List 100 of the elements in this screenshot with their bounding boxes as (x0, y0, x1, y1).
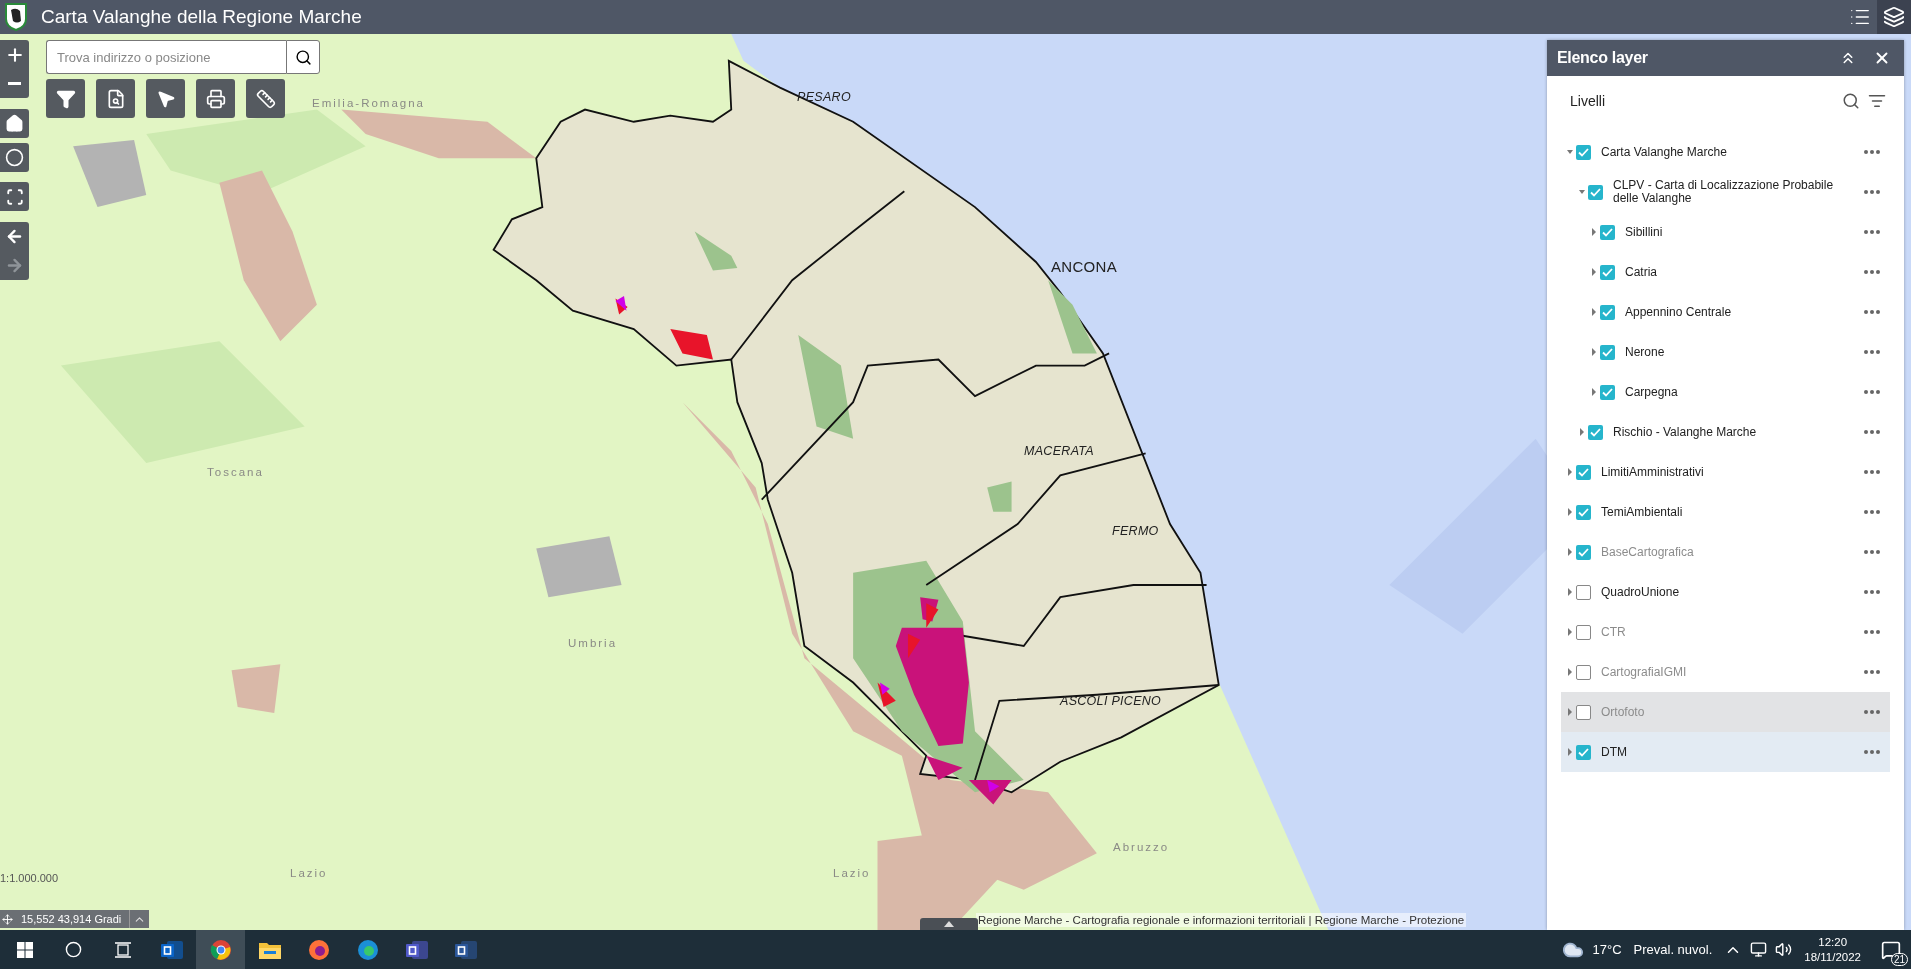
layer-name: Nerone (1625, 345, 1666, 359)
dot-icon (1870, 670, 1874, 674)
dot-icon (1876, 310, 1880, 314)
dot-icon (1864, 470, 1868, 474)
layer-checkbox[interactable] (1576, 144, 1591, 160)
layer-checkbox[interactable] (1600, 264, 1615, 280)
layer-name: Appennino Centrale (1625, 305, 1733, 319)
circle-icon (5, 148, 24, 167)
layer-checkbox[interactable] (1600, 224, 1615, 240)
fullscreen-icon (5, 187, 24, 206)
caret-icon[interactable] (1567, 548, 1573, 556)
layer-name: LimitiAmministrativi (1601, 465, 1705, 479)
notifications-button[interactable]: 21 (1871, 930, 1911, 969)
caret-icon[interactable] (1567, 508, 1573, 516)
layer-row[interactable]: BaseCartografica (1561, 532, 1890, 572)
caret-icon[interactable] (1591, 388, 1597, 396)
pull-up-tab[interactable] (920, 918, 978, 930)
layer-checkbox[interactable] (1588, 424, 1603, 440)
caret-icon[interactable] (1579, 188, 1585, 196)
layer-checkbox[interactable] (1588, 184, 1603, 200)
layer-row[interactable]: Catria (1561, 252, 1890, 292)
layer-checkbox[interactable] (1600, 344, 1615, 360)
dot-icon (1876, 150, 1880, 154)
caret-icon[interactable] (1567, 628, 1573, 636)
task-view-icon (113, 941, 132, 958)
search-icon (294, 48, 312, 66)
layer-checkbox[interactable] (1576, 624, 1591, 640)
dot-icon (1870, 710, 1874, 714)
folder-icon (258, 940, 281, 959)
print-button[interactable] (196, 79, 235, 118)
home-icon (5, 114, 24, 133)
filter-button[interactable] (46, 79, 85, 118)
caret-icon[interactable] (1567, 588, 1573, 596)
caret-icon[interactable] (1591, 228, 1597, 236)
measure-button[interactable] (246, 79, 285, 118)
caret-icon[interactable] (1567, 468, 1573, 476)
caret-icon[interactable] (1567, 668, 1573, 676)
layer-checkbox[interactable] (1576, 664, 1591, 680)
dot-icon (1870, 270, 1874, 274)
layer-row[interactable]: QuadroUnione (1561, 572, 1890, 612)
dot-icon (1876, 390, 1880, 394)
dot-icon (1870, 630, 1874, 634)
dot-icon (1864, 630, 1868, 634)
region-label: Lazio (290, 867, 328, 879)
layer-checkbox[interactable] (1576, 504, 1591, 520)
layer-row[interactable]: Nerone (1561, 332, 1890, 372)
layer-row[interactable]: DTM (1561, 732, 1890, 772)
search-field[interactable]: Trova indirizzo o posizione (46, 40, 286, 74)
layers-button[interactable] (1877, 0, 1911, 34)
taskbar-app-button[interactable] (196, 930, 245, 969)
layer-row[interactable]: CartografiaIGMI (1561, 652, 1890, 692)
layer-row[interactable]: Rischio - Valanghe Marche (1561, 412, 1890, 452)
layer-name: CTR (1601, 625, 1627, 639)
layer-checkbox[interactable] (1600, 384, 1615, 400)
dot-icon (1876, 510, 1880, 514)
caret-icon[interactable] (1591, 268, 1597, 276)
layer-row[interactable]: Carta Valanghe Marche (1561, 132, 1890, 172)
layer-checkbox[interactable] (1576, 744, 1591, 760)
select-button[interactable] (146, 79, 185, 118)
dot-icon (1870, 230, 1874, 234)
search-button[interactable] (286, 40, 320, 74)
region-label: Emilia-Romagna (312, 97, 425, 109)
dot-icon (1870, 350, 1874, 354)
dot-icon (1864, 150, 1868, 154)
layer-checkbox[interactable] (1576, 704, 1591, 720)
query-button[interactable] (96, 79, 135, 118)
layer-checkbox[interactable] (1576, 544, 1591, 560)
city-label: PESARO (797, 90, 851, 104)
windows-icon (16, 941, 33, 958)
layer-row[interactable]: Appennino Centrale (1561, 292, 1890, 332)
caret-icon[interactable] (1579, 428, 1585, 436)
network-icon[interactable] (1750, 941, 1768, 958)
dot-icon (1870, 510, 1874, 514)
layer-name: CartografiaIGMI (1601, 665, 1688, 679)
layer-checkbox[interactable] (1600, 304, 1615, 320)
dot-icon (1864, 190, 1868, 194)
shield-logo (5, 3, 27, 31)
layer-name: TemiAmbientali (1601, 505, 1684, 519)
layer-checkbox[interactable] (1576, 464, 1591, 480)
caret-icon[interactable] (1591, 308, 1597, 316)
layer-checkbox[interactable] (1576, 584, 1591, 600)
caret-icon[interactable] (1591, 348, 1597, 356)
layer-row[interactable]: CLPV - Carta di Localizzazione Probabile delle Valanghe (1561, 172, 1890, 212)
layer-row[interactable]: LimitiAmministrativi (1561, 452, 1890, 492)
volume-icon[interactable] (1775, 941, 1793, 958)
app-icon (454, 938, 477, 961)
browser-icon (209, 938, 232, 961)
printer-icon (205, 88, 226, 109)
dot-icon (1876, 190, 1880, 194)
caret-icon[interactable] (1567, 708, 1573, 716)
attribution-text: Regione Marche - Cartografia regionale e informazioni territoriali | Regione Marche - Protezione (976, 913, 1467, 927)
layers-icon (1883, 6, 1905, 28)
dot-icon (1870, 190, 1874, 194)
caret-icon[interactable] (1567, 748, 1573, 756)
layer-row[interactable]: TemiAmbientali (1561, 492, 1890, 532)
scale-text: 1:1.000.000 (0, 872, 59, 884)
layer-row[interactable]: Carpegna (1561, 372, 1890, 412)
layer-row[interactable]: Sibillini (1561, 212, 1890, 252)
caret-icon[interactable] (1567, 148, 1573, 156)
dot-icon (1864, 750, 1868, 754)
